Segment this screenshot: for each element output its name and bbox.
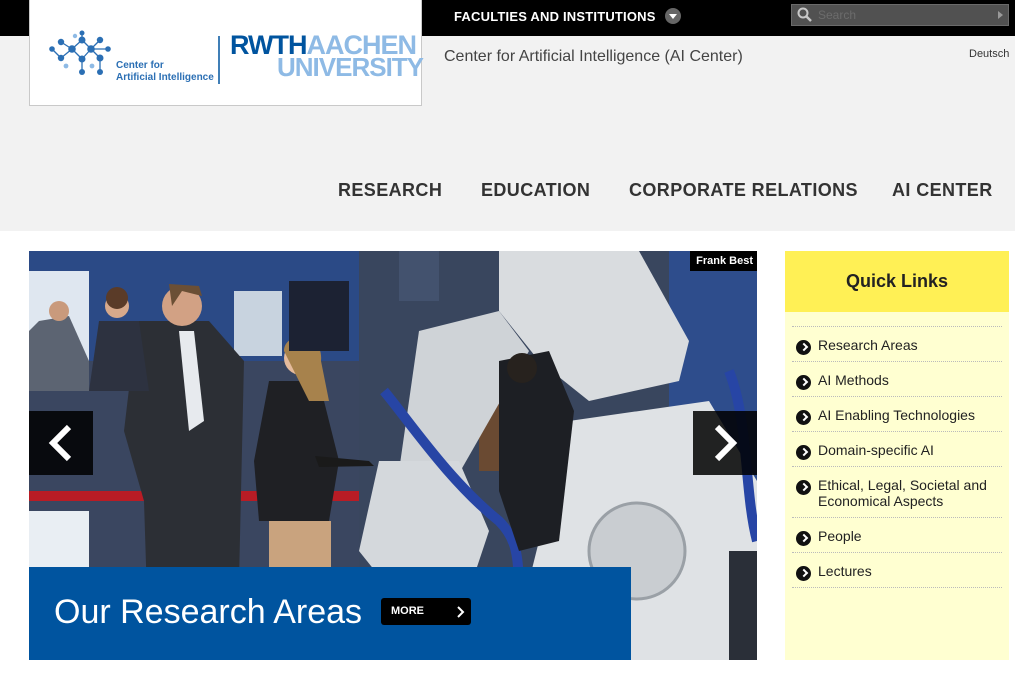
faculties-label: FACULTIES AND INSTITUTIONS — [454, 8, 656, 24]
quick-link-label: AI Enabling Technologies — [818, 407, 975, 423]
more-button-label: MORE — [391, 605, 424, 617]
quick-link-people[interactable]: People — [792, 518, 1002, 553]
logo-line-2: Artificial Intelligence — [116, 72, 214, 83]
logo-line-1: Center for — [116, 60, 164, 71]
slider-caption: Our Research Areas MORE — [29, 567, 631, 660]
slider-next-button[interactable] — [693, 411, 757, 475]
arrow-circle-icon — [796, 375, 811, 390]
arrow-circle-icon — [796, 445, 811, 460]
quick-links-panel: Quick Links Research Areas AI Methods AI… — [785, 251, 1009, 660]
rwth-logo: RWTHAACHEN UNIVERSITY — [230, 32, 424, 81]
arrow-circle-icon — [796, 410, 811, 425]
slider-caption-title[interactable]: Our Research Areas — [54, 593, 362, 632]
quick-link-research-areas[interactable]: Research Areas — [792, 327, 1002, 362]
quick-link-label: Ethical, Legal, Societal and Economical … — [818, 477, 987, 509]
arrow-circle-icon — [796, 340, 811, 355]
chevron-down-icon — [664, 8, 681, 24]
search-input[interactable] — [814, 8, 983, 22]
chevron-right-icon — [714, 424, 738, 462]
chevron-left-icon — [48, 424, 72, 462]
nav-ai-center[interactable]: AI CENTER — [892, 180, 993, 201]
more-button[interactable]: MORE — [381, 598, 471, 625]
ai-center-logo-text: Center for Artificial Intelligence — [116, 60, 214, 84]
quick-links-header: Quick Links — [785, 251, 1009, 312]
quick-link-label: Lectures — [818, 563, 872, 579]
nav-corporate-relations[interactable]: CORPORATE RELATIONS — [629, 180, 858, 201]
logo-box[interactable]: Center for Artificial Intelligence RWTHA… — [29, 0, 424, 106]
hero-slider[interactable]: Frank Best Our Research Areas MORE — [29, 251, 757, 660]
quick-link-label: Research Areas — [818, 337, 918, 353]
quick-link-ai-enabling-technologies[interactable]: AI Enabling Technologies — [792, 397, 1002, 432]
quick-links-list: Research Areas AI Methods AI Enabling Te… — [792, 326, 1002, 588]
quick-link-domain-specific-ai[interactable]: Domain-specific AI — [792, 432, 1002, 467]
arrow-circle-icon — [796, 566, 811, 581]
quick-link-ai-methods[interactable]: AI Methods — [792, 362, 1002, 397]
quick-link-label: Domain-specific AI — [818, 442, 934, 458]
photo-credit: Frank Best — [690, 251, 757, 271]
quick-link-label: AI Methods — [818, 372, 889, 388]
quick-link-label: People — [818, 528, 862, 544]
search-box[interactable] — [791, 4, 1009, 26]
slider-prev-button[interactable] — [29, 411, 93, 475]
arrow-circle-icon — [796, 531, 811, 546]
site-title[interactable]: Center for Artificial Intelligence (AI C… — [444, 48, 743, 66]
nav-research[interactable]: RESEARCH — [338, 180, 442, 201]
search-submit-icon[interactable] — [998, 11, 1003, 19]
quick-link-lectures[interactable]: Lectures — [792, 553, 1002, 588]
language-link[interactable]: Deutsch — [969, 48, 1009, 60]
faculties-dropdown[interactable]: FACULTIES AND INSTITUTIONS — [454, 8, 681, 24]
search-icon — [797, 7, 812, 22]
arrow-circle-icon — [796, 480, 811, 495]
quick-link-ethical-legal[interactable]: Ethical, Legal, Societal and Economical … — [792, 467, 1002, 518]
chevron-right-icon — [457, 606, 465, 618]
nav-education[interactable]: EDUCATION — [481, 180, 590, 201]
quick-links-title: Quick Links — [845, 271, 949, 291]
